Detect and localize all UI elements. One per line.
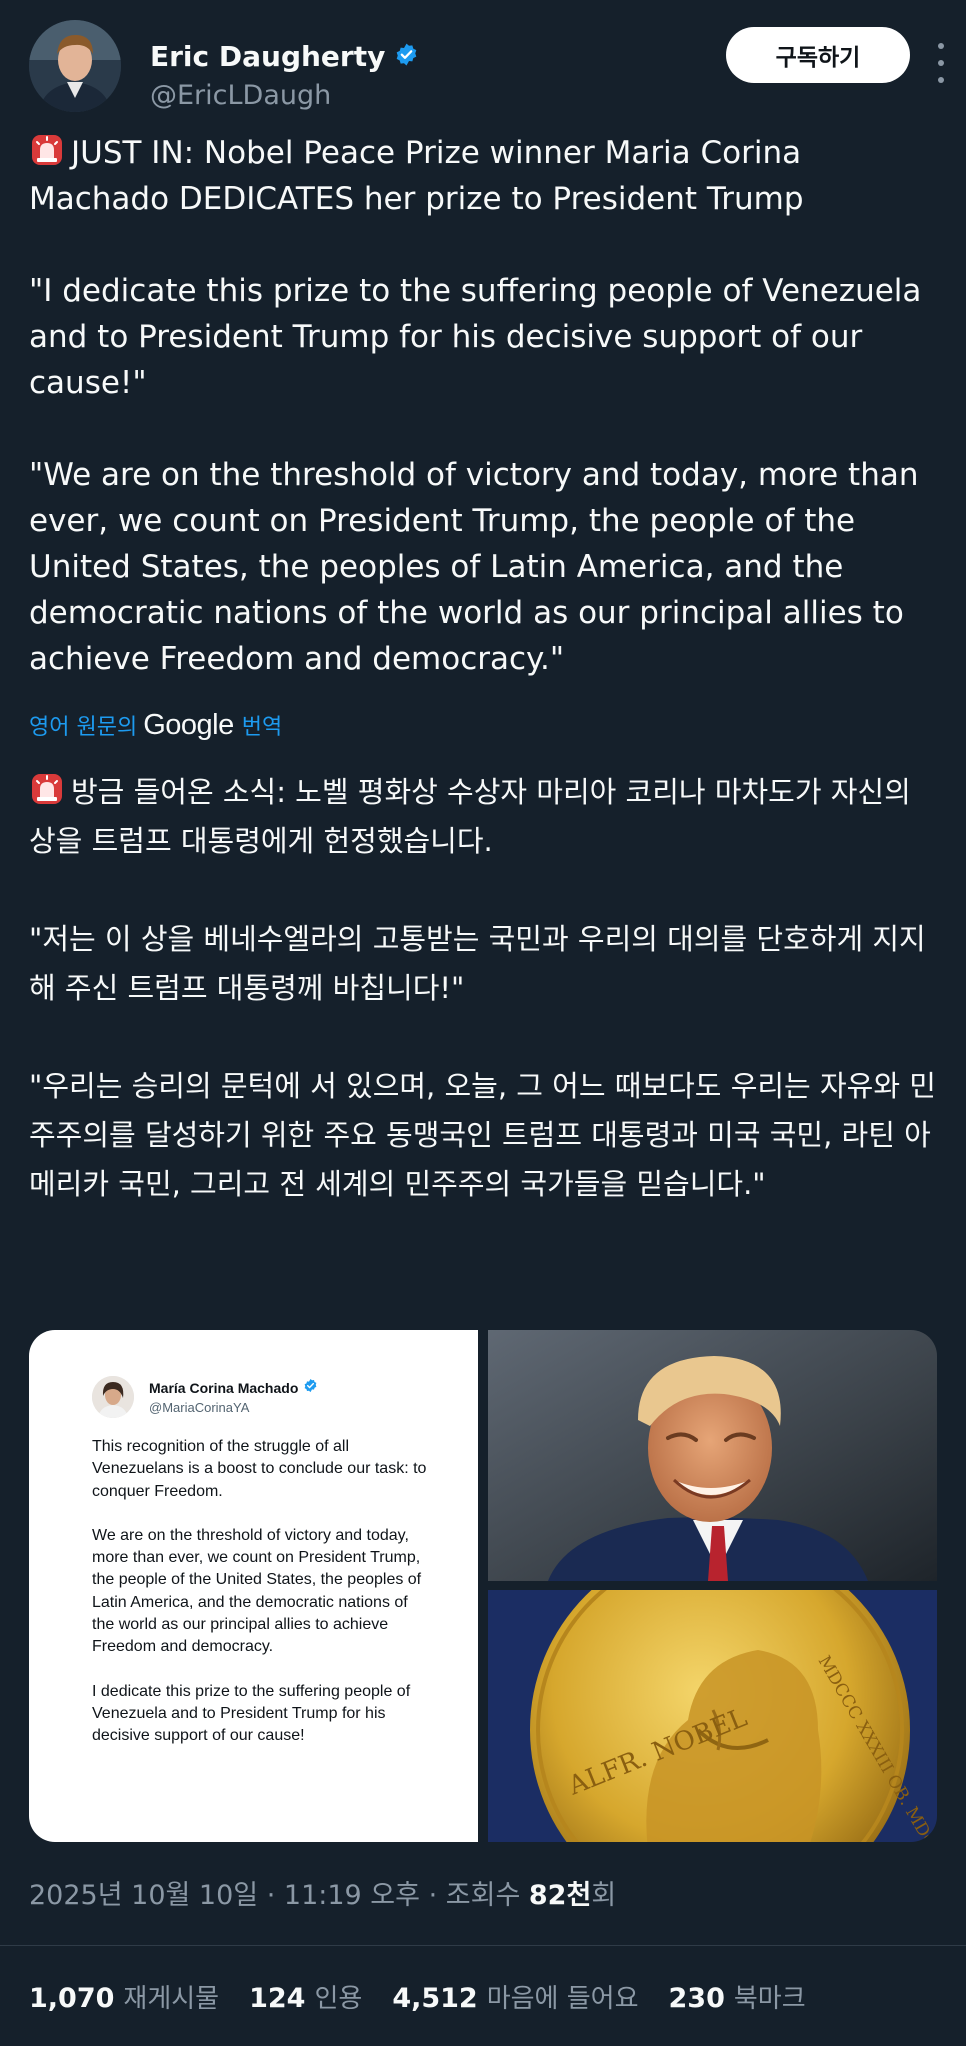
author-name[interactable]: Eric Daugherty: [150, 40, 385, 73]
tweet-page: Eric Daugherty @EricLDaugh 구독하기 JUST IN:…: [0, 0, 966, 2046]
more-options-icon[interactable]: [931, 43, 951, 83]
korean-headline: 방금 들어온 소식: 노벨 평화상 수상자 마리아 코리나 마차도가 자신의 상…: [29, 768, 941, 866]
translated-text: 방금 들어온 소식: 노벨 평화상 수상자 마리아 코리나 마차도가 자신의 상…: [29, 768, 941, 1209]
divider: [0, 1945, 966, 1946]
embedded-author-name: María Corina Machado: [149, 1379, 299, 1396]
views-value: 82천: [528, 1880, 592, 1911]
author-name-row: Eric Daugherty: [150, 40, 419, 73]
author-handle[interactable]: @EricLDaugh: [150, 80, 331, 111]
nobel-medal-photo[interactable]: ALFR. NOBEL MDCCC XXXIII OB. MDCCC XCVI: [488, 1590, 937, 1842]
tweet-headline: JUST IN: Nobel Peace Prize winner Maria …: [29, 130, 941, 222]
siren-emoji-icon: [29, 771, 65, 807]
english-line-1: JUST IN: Nobel Peace Prize winner Maria …: [29, 135, 804, 217]
verified-badge-icon: [394, 42, 419, 71]
quotes-stat[interactable]: 124 인용: [249, 1978, 362, 2015]
english-line-3: "We are on the threshold of victory and …: [29, 457, 919, 677]
engagement-stats: 1,070 재게시물 124 인용 4,512 마음에 들어요 230 북마크: [29, 1978, 836, 2015]
verified-badge-icon: [303, 1378, 318, 1397]
korean-line-1: 방금 들어온 소식: 노벨 평화상 수상자 마리아 코리나 마차도가 자신의 상…: [29, 775, 911, 858]
translation-attribution[interactable]: 영어 원문의 Google 번역: [29, 707, 282, 743]
google-logo: Google: [143, 708, 234, 741]
siren-emoji-icon: [29, 132, 65, 168]
tweet-text: JUST IN: Nobel Peace Prize winner Maria …: [29, 130, 941, 682]
embedded-tweet-screenshot[interactable]: María Corina Machado @MariaCorinaYA This…: [29, 1330, 478, 1842]
english-line-2: "I dedicate this prize to the suffering …: [29, 273, 922, 401]
korean-line-3: "우리는 승리의 문턱에 서 있으며, 오늘, 그 어느 때보다도 우리는 자유…: [29, 1069, 936, 1201]
korean-line-2: "저는 이 상을 베네수엘라의 고통받는 국민과 우리의 대의를 단호하게 지지…: [29, 922, 926, 1005]
author-avatar[interactable]: [29, 20, 121, 112]
likes-stat[interactable]: 4,512 마음에 들어요: [392, 1978, 638, 2015]
views-label: 조회수: [445, 1880, 521, 1911]
embedded-paragraph-2: We are on the threshold of victory and t…: [92, 1526, 422, 1656]
embedded-author-avatar: [92, 1376, 134, 1418]
subscribe-button[interactable]: 구독하기: [726, 27, 910, 83]
translate-prefix: 영어 원문의: [29, 715, 138, 740]
media-grid[interactable]: María Corina Machado @MariaCorinaYA This…: [29, 1330, 937, 1842]
tweet-time[interactable]: 11:19 오후: [284, 1880, 420, 1911]
embedded-paragraph-1: This recognition of the struggle of all …: [92, 1438, 427, 1500]
trump-photo[interactable]: [488, 1330, 937, 1581]
tweet-meta: 2025년 10월 10일 · 11:19 오후 · 조회수 82천회: [29, 1880, 617, 1911]
translate-suffix: 번역: [241, 715, 283, 740]
reposts-stat[interactable]: 1,070 재게시물: [29, 1978, 219, 2015]
embedded-name-row: María Corina Machado: [149, 1378, 318, 1397]
bookmarks-stat[interactable]: 230 북마크: [669, 1978, 806, 2015]
embedded-tweet-text: This recognition of the struggle of all …: [92, 1436, 432, 1748]
tweet-header: Eric Daugherty @EricLDaugh 구독하기: [29, 20, 944, 116]
embedded-paragraph-3: I dedicate this prize to the suffering p…: [92, 1682, 411, 1745]
embedded-author-handle: @MariaCorinaYA: [149, 1400, 250, 1415]
tweet-date[interactable]: 2025년 10월 10일: [29, 1880, 258, 1911]
